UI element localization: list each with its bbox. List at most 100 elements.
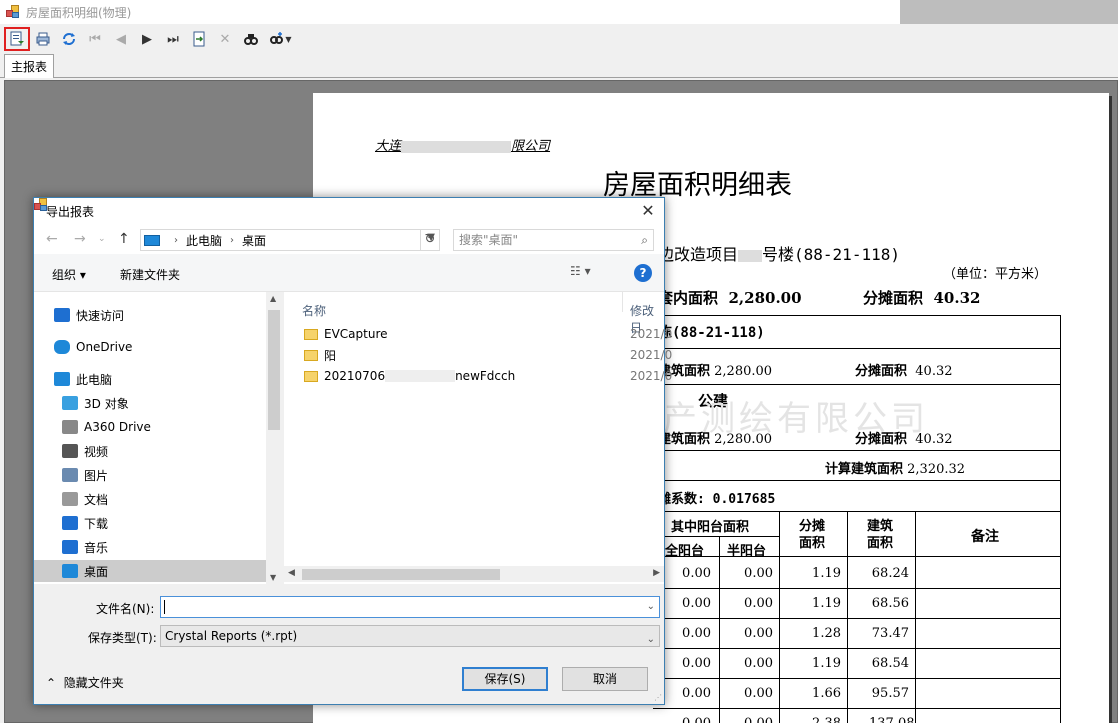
- nav-item[interactable]: OneDrive: [34, 336, 266, 358]
- nav-item[interactable]: A360 Drive: [34, 416, 266, 438]
- hide-folders-toggle[interactable]: ⌃ 隐藏文件夹: [46, 674, 124, 691]
- save-button[interactable]: 保存(S): [462, 667, 548, 691]
- star-icon: [54, 308, 70, 322]
- print-icon[interactable]: [30, 27, 56, 51]
- nav-item-label: 文档: [84, 492, 109, 507]
- organize-button[interactable]: 组织 ▾: [52, 266, 86, 283]
- document-icon: [62, 492, 78, 506]
- filetype-select[interactable]: Crystal Reports (*.rpt) ⌄: [160, 625, 660, 647]
- coef-row: 摊系数: 0.017685: [658, 492, 776, 507]
- file-hscrollbar[interactable]: ◀ ▶: [284, 566, 664, 582]
- tab-main-report[interactable]: 主报表: [4, 54, 55, 78]
- cell-full: 0.00: [682, 626, 711, 641]
- file-name: 阳: [324, 348, 337, 363]
- file-row[interactable]: 阳: [304, 345, 336, 365]
- drive-icon: [62, 420, 78, 434]
- refresh-icon[interactable]: ↻: [420, 229, 440, 251]
- breadcrumb-desktop[interactable]: 桌面: [242, 232, 266, 249]
- chevron-down-icon[interactable]: ⌄: [98, 234, 106, 244]
- refresh-icon[interactable]: [56, 27, 82, 51]
- close-icon[interactable]: ✕: [638, 201, 658, 221]
- view-options-icon[interactable]: ☷ ▾: [570, 264, 591, 278]
- cell-shared: 1.66: [812, 686, 841, 701]
- zoom-icon[interactable]: ▼: [264, 27, 296, 51]
- cell-half: 0.00: [744, 596, 773, 611]
- cell-shared: 1.19: [812, 656, 841, 671]
- file-name: EVCapture: [324, 327, 388, 341]
- search-input[interactable]: 搜索"桌面" ⌕: [453, 229, 654, 251]
- folder-icon: [304, 370, 318, 382]
- resize-grip-icon[interactable]: ⋰: [654, 693, 662, 702]
- stop-icon[interactable]: ✕: [212, 27, 238, 51]
- file-date: 2021/0: [630, 348, 673, 362]
- back-icon[interactable]: ←: [46, 231, 58, 247]
- music-icon: [62, 540, 78, 554]
- cancel-button[interactable]: 取消: [562, 667, 648, 691]
- hdr-note: 备注: [971, 529, 999, 545]
- file-row[interactable]: 20210706 newFdcch: [304, 366, 515, 386]
- breadcrumb-this-pc[interactable]: 此电脑: [186, 232, 222, 249]
- prev-page-icon[interactable]: ◀: [108, 27, 134, 51]
- address-bar[interactable]: › 此电脑 › 桌面 ▼: [140, 229, 440, 251]
- nav-item[interactable]: 3D 对象: [34, 392, 266, 414]
- cell-build: 68.54: [871, 656, 909, 671]
- file-row[interactable]: EVCapture: [304, 324, 388, 344]
- last-page-icon[interactable]: ⏭: [160, 27, 186, 51]
- cube-icon: [62, 396, 78, 410]
- picture-icon: [62, 468, 78, 482]
- nav-item[interactable]: 音乐: [34, 536, 266, 558]
- nav-item-label: 此电脑: [76, 372, 113, 387]
- project-name: 边改造项目 号楼(88-21-118): [658, 245, 900, 264]
- nav-item[interactable]: 下载: [34, 512, 266, 534]
- folder-icon: [304, 349, 318, 361]
- video-icon: [62, 444, 78, 458]
- first-page-icon[interactable]: ⏮: [82, 27, 108, 51]
- cell-build: 137.08: [869, 716, 915, 723]
- chevron-down-icon[interactable]: ⌄: [647, 601, 655, 612]
- forward-icon[interactable]: →: [74, 231, 86, 247]
- filename-field[interactable]: ⌄: [160, 596, 660, 618]
- file-date: 2021/0: [630, 327, 673, 341]
- nav-scrollbar[interactable]: ▲ ▼: [266, 292, 282, 584]
- goto-page-icon[interactable]: [186, 27, 212, 51]
- cell-half: 0.00: [733, 716, 773, 723]
- area-table: 栋(88-21-118) 建筑面积 2,280.00 分摊面积 40.32 公建…: [653, 315, 1061, 723]
- filetype-label: 保存类型(T):: [88, 631, 157, 645]
- file-list: 名称 修改日 EVCapture 2021/0 阳 2021/0 20210706 new…: [284, 292, 672, 584]
- nav-item[interactable]: 快速访问: [34, 304, 266, 326]
- cell-shared: 2.38: [801, 716, 841, 723]
- file-name: 20210706: [324, 369, 386, 383]
- building-label: 栋(88-21-118): [658, 325, 765, 341]
- cell-shared: 1.28: [812, 626, 841, 641]
- app-icon: [6, 5, 20, 19]
- nav-item-label: 3D 对象: [84, 396, 129, 411]
- report-tabs: 主报表: [0, 54, 1118, 78]
- chevron-up-icon: ⌃: [46, 676, 57, 690]
- up-icon[interactable]: ↑: [118, 231, 130, 247]
- hdr-shared: 分摊面积: [799, 519, 826, 551]
- column-name[interactable]: 名称: [302, 302, 326, 319]
- help-icon[interactable]: ?: [634, 264, 652, 282]
- nav-item[interactable]: 此电脑: [34, 368, 266, 390]
- nav-item-label: 图片: [84, 468, 109, 483]
- nav-item-label: OneDrive: [76, 340, 133, 354]
- cell-build: 73.47: [871, 626, 909, 641]
- cell-half: 0.00: [744, 656, 773, 671]
- nav-item[interactable]: 图片: [34, 464, 266, 486]
- export-icon[interactable]: [4, 27, 30, 51]
- dialog-commandbar: 组织 ▾ 新建文件夹 ☷ ▾ ?: [34, 254, 664, 292]
- navigation-pane: 快速访问 OneDrive 此电脑 3D 对象 A360 Drive 视频图片文档下载 音乐…: [34, 292, 282, 584]
- nav-item[interactable]: 桌面: [34, 560, 266, 582]
- shared-area: 分摊面积 40.32: [863, 289, 981, 307]
- find-icon[interactable]: [238, 27, 264, 51]
- chevron-right-icon: ›: [230, 234, 235, 246]
- desktop-icon: [62, 564, 78, 578]
- dialog-navbar: ← → ⌄ ↑ › 此电脑 › 桌面 ▼ ↻ 搜索"桌面" ⌕: [34, 224, 664, 254]
- hdr-build: 建筑面积: [867, 519, 894, 551]
- new-folder-button[interactable]: 新建文件夹: [120, 266, 180, 283]
- nav-item[interactable]: 文档: [34, 488, 266, 510]
- chevron-down-icon: ⌄: [646, 634, 655, 645]
- next-page-icon[interactable]: ▶: [134, 27, 160, 51]
- unit-label: （单位：平方米）: [943, 267, 1048, 282]
- nav-item[interactable]: 视频: [34, 440, 266, 462]
